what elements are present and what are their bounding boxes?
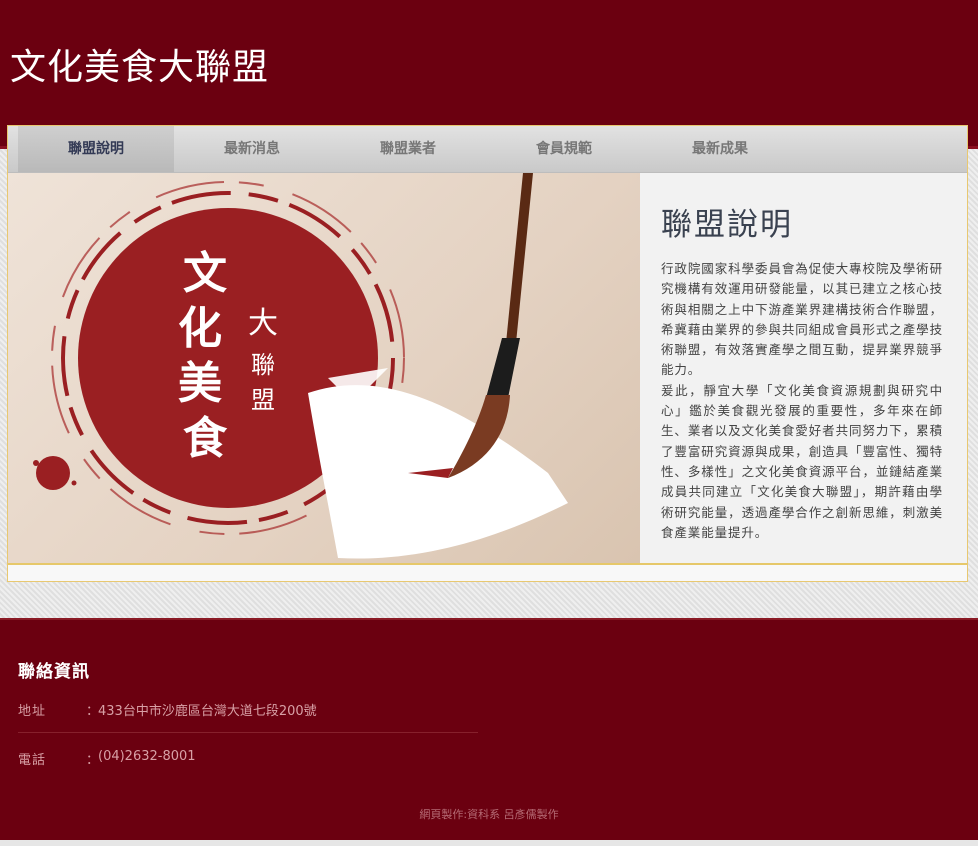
footer-credit: 網頁製作:資科系 呂彥儒製作 <box>419 808 559 821</box>
address-label: 地址 <box>18 704 47 719</box>
logo-char-1: 文 <box>183 248 227 299</box>
logo-char-3: 美 <box>178 358 222 409</box>
content-paragraph-2: 爰此，靜宜大學「文化美食資源規劃與研究中心」鑑於美食觀光發展的重要性，多年來在師… <box>661 382 943 540</box>
site-footer: 聯絡資訊 地址 ： 433台中市沙鹿區台灣大道七段200號 電話 ： (04)2… <box>0 618 978 846</box>
logo-char-2: 化 <box>178 303 222 354</box>
address-row: 地址 ： 433台中市沙鹿區台灣大道七段200號 <box>18 700 478 724</box>
banner-artwork: 文 化 美 食 大 聯 盟 <box>33 173 568 559</box>
phone-label: 電話 <box>18 753 47 768</box>
address-value: 433台中市沙鹿區台灣大道七段200號 <box>98 704 317 719</box>
ink-splatter <box>36 456 70 490</box>
bottom-strip <box>0 840 978 846</box>
nav-item-members[interactable]: 聯盟業者 <box>330 126 486 172</box>
logo-char-4: 食 <box>183 413 228 464</box>
logo-side-char-1: 大 <box>248 306 278 341</box>
phone-value[interactable]: (04)2632-8001 <box>98 749 196 764</box>
nav-item-news[interactable]: 最新消息 <box>174 126 330 172</box>
logo-side-char-2: 聯 <box>251 351 275 379</box>
hero-banner: 文 化 美 食 大 聯 盟 <box>8 173 640 563</box>
nav-item-alliance-intro[interactable]: 聯盟說明 <box>18 126 174 172</box>
logo-side-char-3: 盟 <box>251 386 275 414</box>
nav-item-member-rules[interactable]: 會員規範 <box>486 126 642 172</box>
phone-row: 電話 ： (04)2632-8001 <box>18 749 478 773</box>
site-title[interactable]: 文化美食大聯盟 <box>10 38 269 90</box>
content-body: 行政院國家科學委員會為促使大專校院及學術研究機構有效運用研發能量，以其已建立之核… <box>661 259 943 543</box>
container-bottom-bar <box>8 563 967 581</box>
content-panel: 聯盟說明 行政院國家科學委員會為促使大專校院及學術研究機構有效運用研發能量，以其… <box>640 173 967 563</box>
content-title: 聯盟說明 <box>661 207 793 243</box>
main-nav: 聯盟說明 最新消息 聯盟業者 會員規範 最新成果 <box>8 126 967 173</box>
nav-item-results[interactable]: 最新成果 <box>642 126 798 172</box>
footer-heading: 聯絡資訊 <box>18 662 90 682</box>
main-container: 聯盟說明 最新消息 聯盟業者 會員規範 最新成果 文 化 美 食 大 聯 盟 聯… <box>7 125 968 582</box>
content-paragraph-1: 行政院國家科學委員會為促使大專校院及學術研究機構有效運用研發能量，以其已建立之核… <box>661 261 943 378</box>
footer-divider <box>18 732 478 733</box>
